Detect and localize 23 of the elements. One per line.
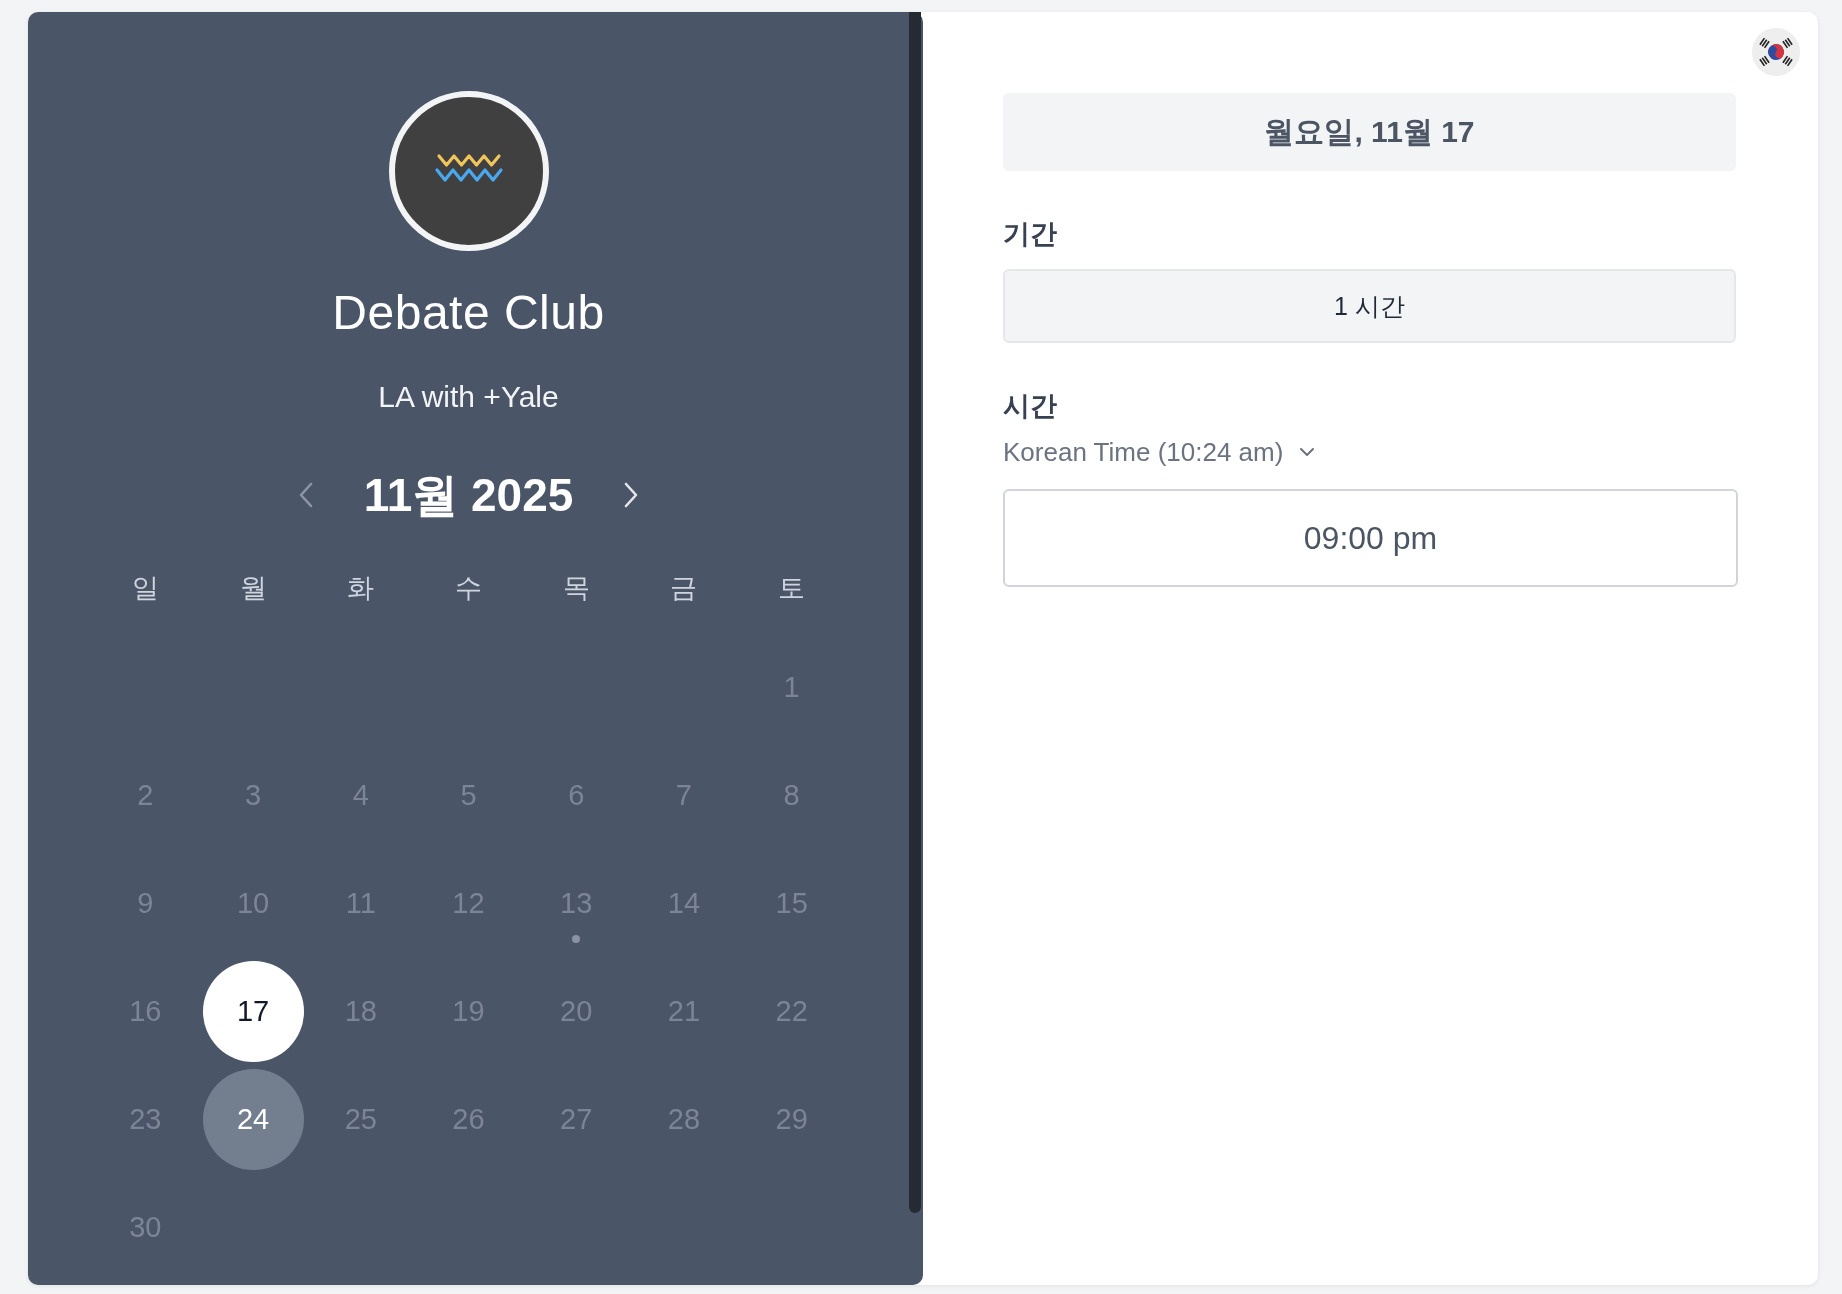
flag-icon [1752,28,1800,76]
weekday-label: 화 [347,572,375,604]
calendar-day[interactable]: 24 [202,1068,304,1170]
selected-date-heading: 월요일, 11월 17 [1003,93,1736,171]
weekday-label: 수 [455,572,482,604]
duration-button[interactable]: 1 시간 [1003,269,1736,343]
event-title: Debate Club [332,285,605,341]
event-subtitle: LA with +Yale [378,379,559,415]
time-slot-button[interactable]: 09:00 pm [1003,489,1738,587]
timezone-select[interactable]: Korean Time (10:24 am) [1003,436,1316,468]
duration-label: 기간 [1003,218,1058,250]
calendar-day[interactable]: 17 [202,960,304,1062]
weekday-label: 월 [239,572,267,604]
month-label: 11월 2025 [363,469,574,521]
weekday-label: 토 [778,572,806,604]
weekday-label: 목 [562,572,590,604]
wave-logo-icon [388,91,549,251]
time-label: 시간 [1003,390,1058,422]
language-button[interactable] [1752,28,1800,76]
chevron-down-icon [1299,447,1316,457]
weekday-label: 금 [670,572,698,604]
weekday-label: 일 [131,572,159,604]
scrollbar[interactable] [909,12,921,1213]
